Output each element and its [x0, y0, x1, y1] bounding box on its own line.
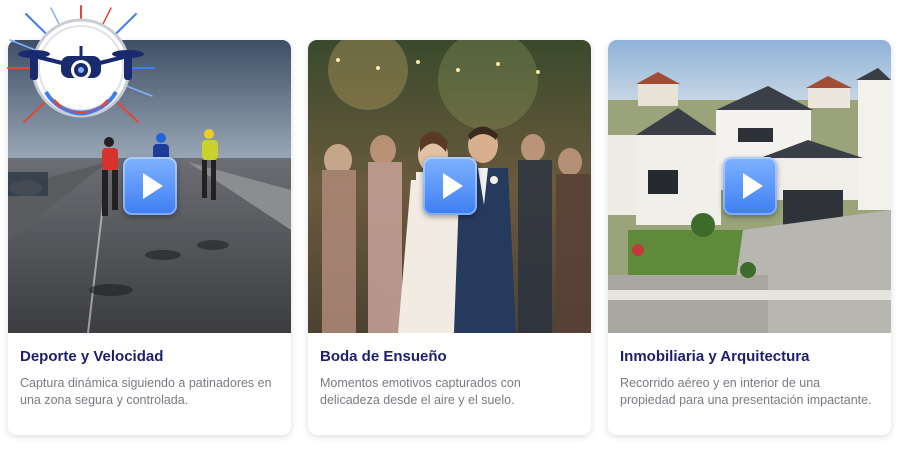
- service-card-real-estate[interactable]: Inmobiliaria y Arquitectura Recorrido aé…: [608, 40, 891, 435]
- card-description: Momentos emotivos capturados con delicad…: [320, 376, 521, 407]
- card-video-thumbnail[interactable]: [608, 40, 891, 333]
- card-description: Captura dinámica siguiendo a patinadores…: [20, 376, 272, 407]
- card-title: Deporte y Velocidad: [20, 348, 164, 365]
- play-button[interactable]: [123, 157, 177, 215]
- card-video-thumbnail[interactable]: [308, 40, 591, 333]
- drone-icon: [7, 5, 155, 123]
- play-button[interactable]: [723, 157, 777, 215]
- play-icon: [443, 173, 463, 199]
- play-icon: [143, 173, 163, 199]
- card-body: Boda de Ensueño Momentos emotivos captur…: [320, 344, 579, 408]
- card-body: Deporte y Velocidad Captura dinámica sig…: [20, 344, 279, 408]
- card-title: Inmobiliaria y Arquitectura: [620, 348, 810, 365]
- drone-logo: [6, 4, 156, 132]
- service-card-wedding[interactable]: Boda de Ensueño Momentos emotivos captur…: [308, 40, 591, 435]
- card-description: Recorrido aéreo y en interior de una pro…: [620, 376, 872, 407]
- play-icon: [743, 173, 763, 199]
- card-title: Boda de Ensueño: [320, 348, 447, 365]
- play-button[interactable]: [423, 157, 477, 215]
- card-body: Inmobiliaria y Arquitectura Recorrido aé…: [620, 344, 879, 408]
